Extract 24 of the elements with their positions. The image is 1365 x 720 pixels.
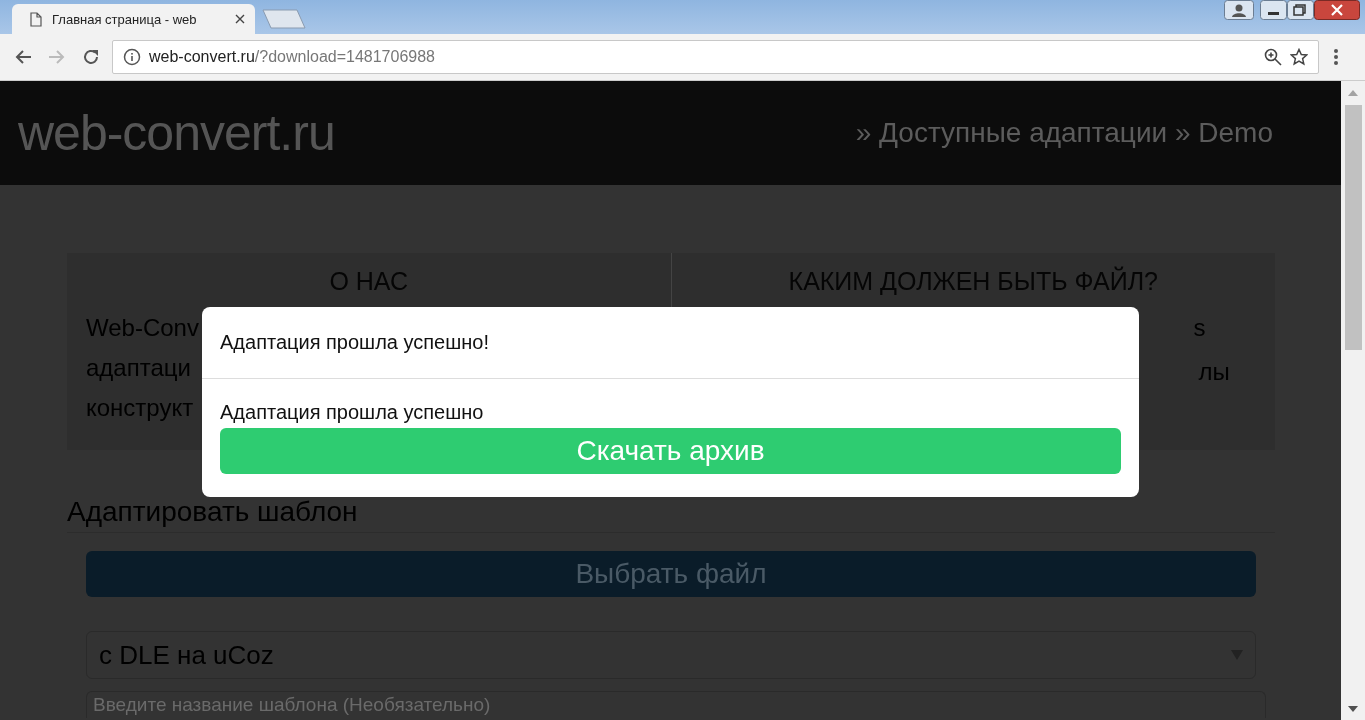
star-icon[interactable]	[1290, 48, 1308, 66]
user-icon[interactable]	[1224, 0, 1254, 20]
address-bar[interactable]: web-convert.ru/?download=1481706988	[112, 40, 1319, 74]
reload-icon[interactable]	[82, 48, 100, 66]
menu-icon[interactable]	[1333, 48, 1339, 66]
choose-file-button[interactable]: Выбрать файл	[86, 551, 1256, 597]
url-text: web-convert.ru/?download=1481706988	[149, 48, 435, 66]
download-button[interactable]: Скачать архив	[220, 428, 1121, 474]
browser-tab[interactable]: Главная страница - web	[12, 4, 255, 34]
document-icon	[30, 11, 42, 27]
back-icon[interactable]	[14, 49, 32, 65]
site-logo[interactable]: web-convert.ru	[18, 104, 335, 162]
modal-title: Адаптация прошла успешно!	[220, 331, 489, 354]
scrollbar[interactable]	[1341, 81, 1365, 720]
close-icon[interactable]	[235, 14, 245, 24]
info-icon[interactable]	[123, 48, 141, 66]
breadcrumbs: » Доступные адаптации » Demo	[855, 117, 1273, 149]
scroll-thumb[interactable]	[1344, 105, 1362, 350]
maximize-icon[interactable]	[1287, 0, 1314, 20]
zoom-icon[interactable]	[1264, 48, 1282, 66]
modal-message: Адаптация прошла успешно	[220, 401, 485, 424]
scroll-down-icon[interactable]	[1348, 706, 1358, 712]
close-icon[interactable]	[1314, 0, 1360, 20]
minimize-icon[interactable]	[1260, 0, 1287, 20]
